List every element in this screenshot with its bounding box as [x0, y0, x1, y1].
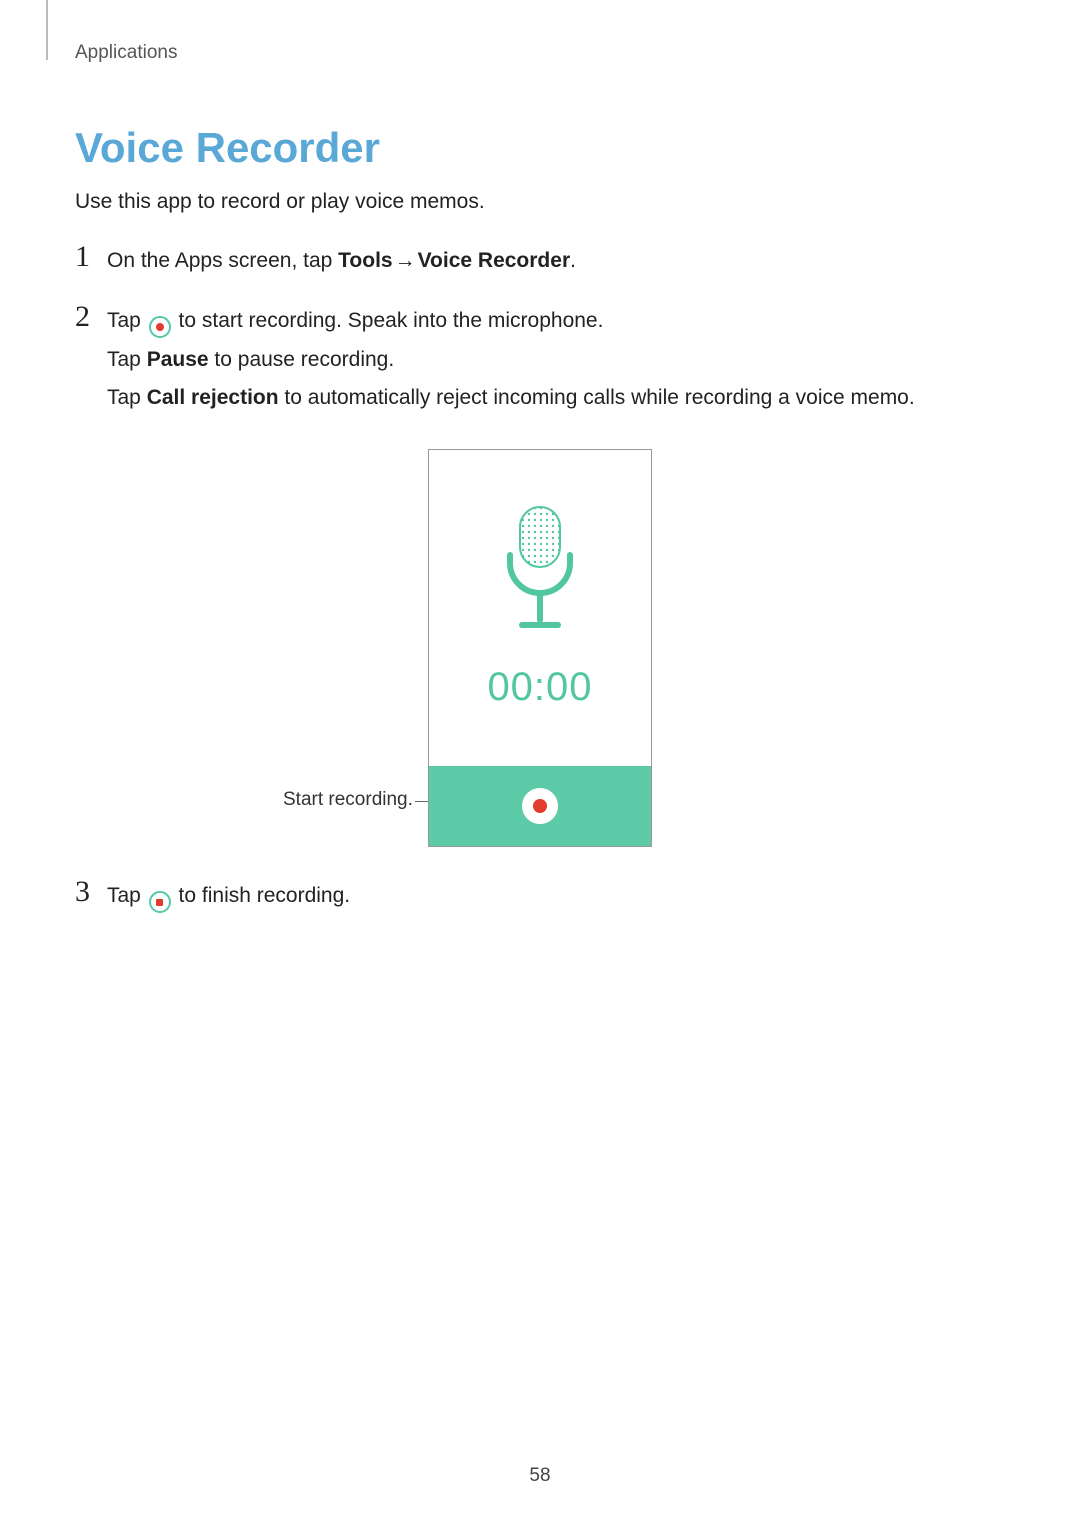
text: Tap	[107, 348, 147, 371]
step-number: 3	[75, 877, 107, 907]
section-label: Applications	[75, 42, 1005, 64]
record-bar	[429, 766, 651, 846]
bold-pause: Pause	[147, 348, 209, 371]
record-dot-icon	[533, 799, 547, 813]
recording-timer: 00:00	[487, 665, 592, 710]
microphone-icon	[496, 505, 584, 635]
text: to start recording. Speak into the micro…	[173, 309, 604, 332]
header-rule	[46, 0, 48, 60]
bold-call-rejection: Call rejection	[147, 386, 279, 409]
step-3: 3 Tap to finish recording.	[75, 877, 1005, 920]
text: to finish recording.	[173, 884, 350, 907]
step-number: 1	[75, 242, 107, 272]
step-number: 2	[75, 302, 107, 332]
record-icon	[149, 316, 171, 338]
page-number: 58	[0, 1465, 1080, 1487]
text: Tap	[107, 386, 147, 409]
intro-text: Use this app to record or play voice mem…	[75, 190, 1005, 214]
page-title: Voice Recorder	[75, 124, 1005, 172]
record-button[interactable]	[522, 788, 558, 824]
arrow-icon: →	[393, 249, 418, 272]
text: Tap	[107, 309, 147, 332]
text: Tap	[107, 884, 147, 907]
text: .	[570, 249, 576, 272]
text: to pause recording.	[209, 348, 395, 371]
callout-start-recording: Start recording.	[283, 789, 413, 811]
bold-voice-recorder: Voice Recorder	[418, 249, 571, 272]
phone-screenshot: 00:00	[428, 449, 652, 847]
step-1: 1 On the Apps screen, tap Tools→Voice Re…	[75, 242, 1005, 284]
text: On the Apps screen, tap	[107, 249, 338, 272]
bold-tools: Tools	[338, 249, 392, 272]
voice-recorder-figure: Start recording. 00:	[75, 449, 1005, 847]
stop-icon	[149, 891, 171, 913]
step-2: 2 Tap to start recording. Speak into the…	[75, 302, 1005, 421]
text: to automatically reject incoming calls w…	[279, 386, 915, 409]
